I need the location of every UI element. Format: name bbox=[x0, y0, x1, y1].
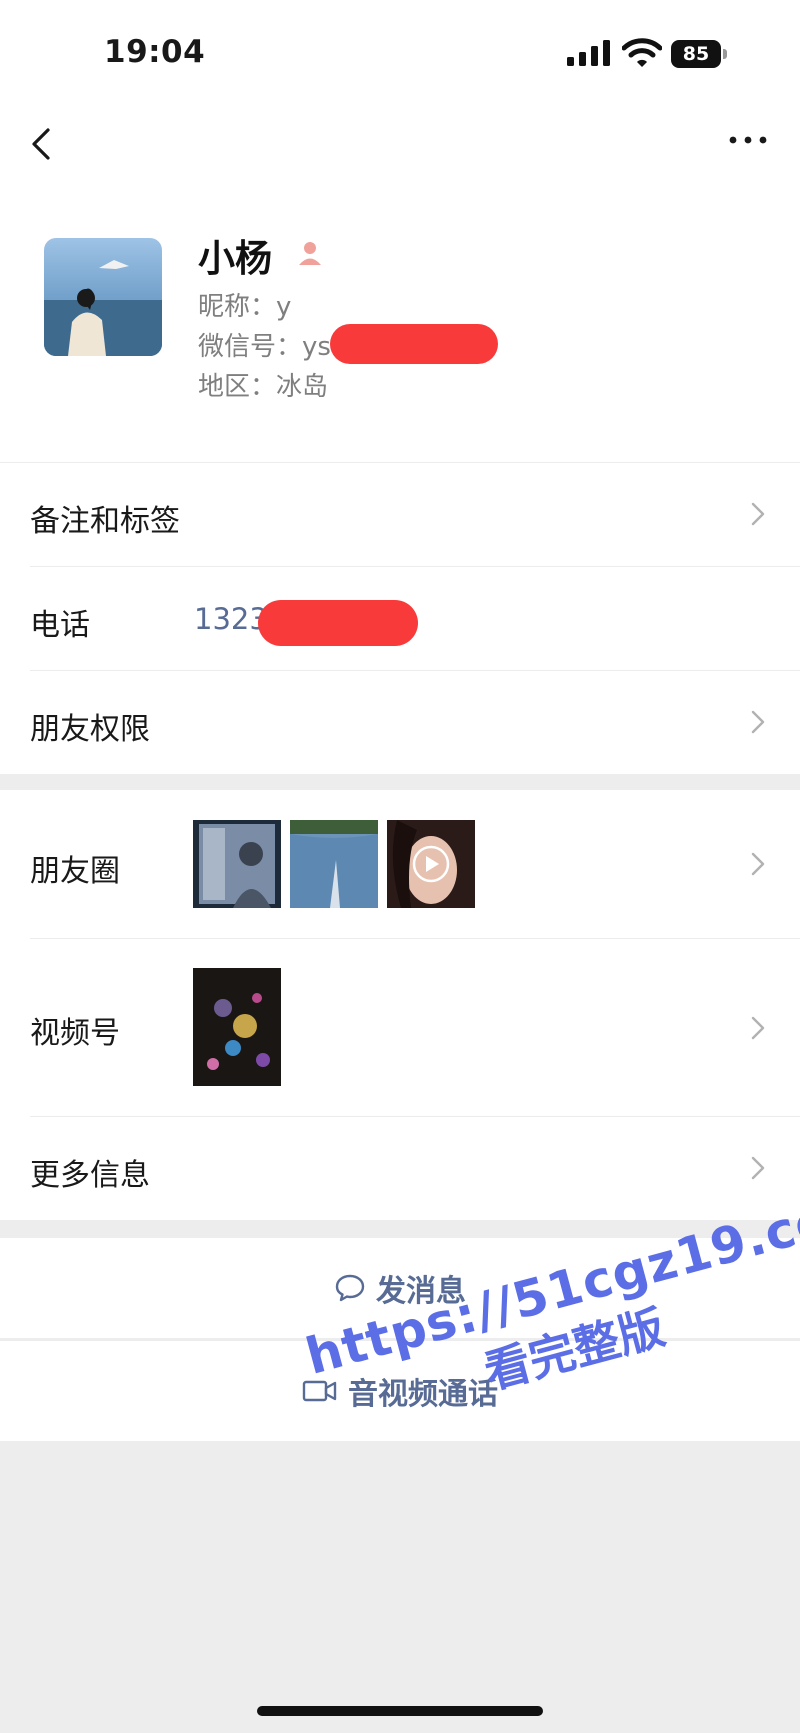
chevron-right-icon bbox=[751, 710, 765, 734]
wechat-id: 微信号：ys bbox=[198, 332, 331, 362]
contact-name: 小杨 bbox=[198, 237, 272, 280]
phone-label: 电话 bbox=[30, 608, 90, 643]
status-bar: 19:04 85 bbox=[0, 0, 800, 100]
contact-info-section: 备注和标签 电话 1323 朋友权限 bbox=[0, 462, 800, 774]
chevron-right-icon bbox=[751, 852, 765, 876]
more-options-icon[interactable] bbox=[728, 130, 768, 150]
region: 地区：冰岛 bbox=[198, 372, 329, 402]
remarks-row[interactable]: 备注和标签 bbox=[0, 462, 800, 566]
more-info-row[interactable]: 更多信息 bbox=[0, 1116, 800, 1220]
phone-row[interactable]: 电话 1323 bbox=[0, 566, 800, 670]
permissions-label: 朋友权限 bbox=[30, 712, 150, 747]
channels-video-thumb bbox=[193, 968, 281, 1086]
phone-number[interactable]: 1323 bbox=[194, 602, 268, 636]
redaction-mark bbox=[330, 324, 498, 364]
profile-header: 小杨 昵称：y 微信号：ys 地区：冰岛 bbox=[0, 190, 800, 462]
chevron-right-icon bbox=[751, 1016, 765, 1040]
chevron-right-icon bbox=[751, 1156, 765, 1180]
home-indicator[interactable] bbox=[257, 1706, 543, 1716]
chat-bubble-icon bbox=[335, 1274, 365, 1302]
remarks-label: 备注和标签 bbox=[30, 504, 180, 539]
social-section: 朋友圈 视频号 更多信息 bbox=[0, 790, 800, 1220]
moments-video-3 bbox=[387, 820, 475, 908]
moments-row[interactable]: 朋友圈 bbox=[0, 790, 800, 938]
cellular-signal-icon bbox=[567, 40, 610, 66]
status-time: 19:04 bbox=[104, 34, 206, 70]
chevron-right-icon bbox=[751, 502, 765, 526]
nickname: 昵称：y bbox=[198, 292, 292, 322]
channels-row[interactable]: 视频号 bbox=[0, 938, 800, 1116]
avatar[interactable] bbox=[44, 238, 162, 356]
more-info-label: 更多信息 bbox=[30, 1158, 150, 1193]
back-icon[interactable] bbox=[28, 122, 58, 166]
wifi-icon bbox=[622, 38, 662, 67]
moments-photo-1 bbox=[193, 820, 281, 908]
channels-label: 视频号 bbox=[30, 1016, 120, 1051]
nav-bar bbox=[0, 100, 800, 190]
battery-level: 85 bbox=[671, 40, 721, 68]
permissions-row[interactable]: 朋友权限 bbox=[0, 670, 800, 774]
battery-icon: 85 bbox=[671, 40, 727, 68]
moments-photo-2 bbox=[290, 820, 378, 908]
battery-tip bbox=[723, 49, 727, 59]
moments-label: 朋友圈 bbox=[30, 854, 120, 889]
redaction-mark bbox=[258, 600, 418, 646]
contact-person-icon bbox=[299, 242, 321, 265]
